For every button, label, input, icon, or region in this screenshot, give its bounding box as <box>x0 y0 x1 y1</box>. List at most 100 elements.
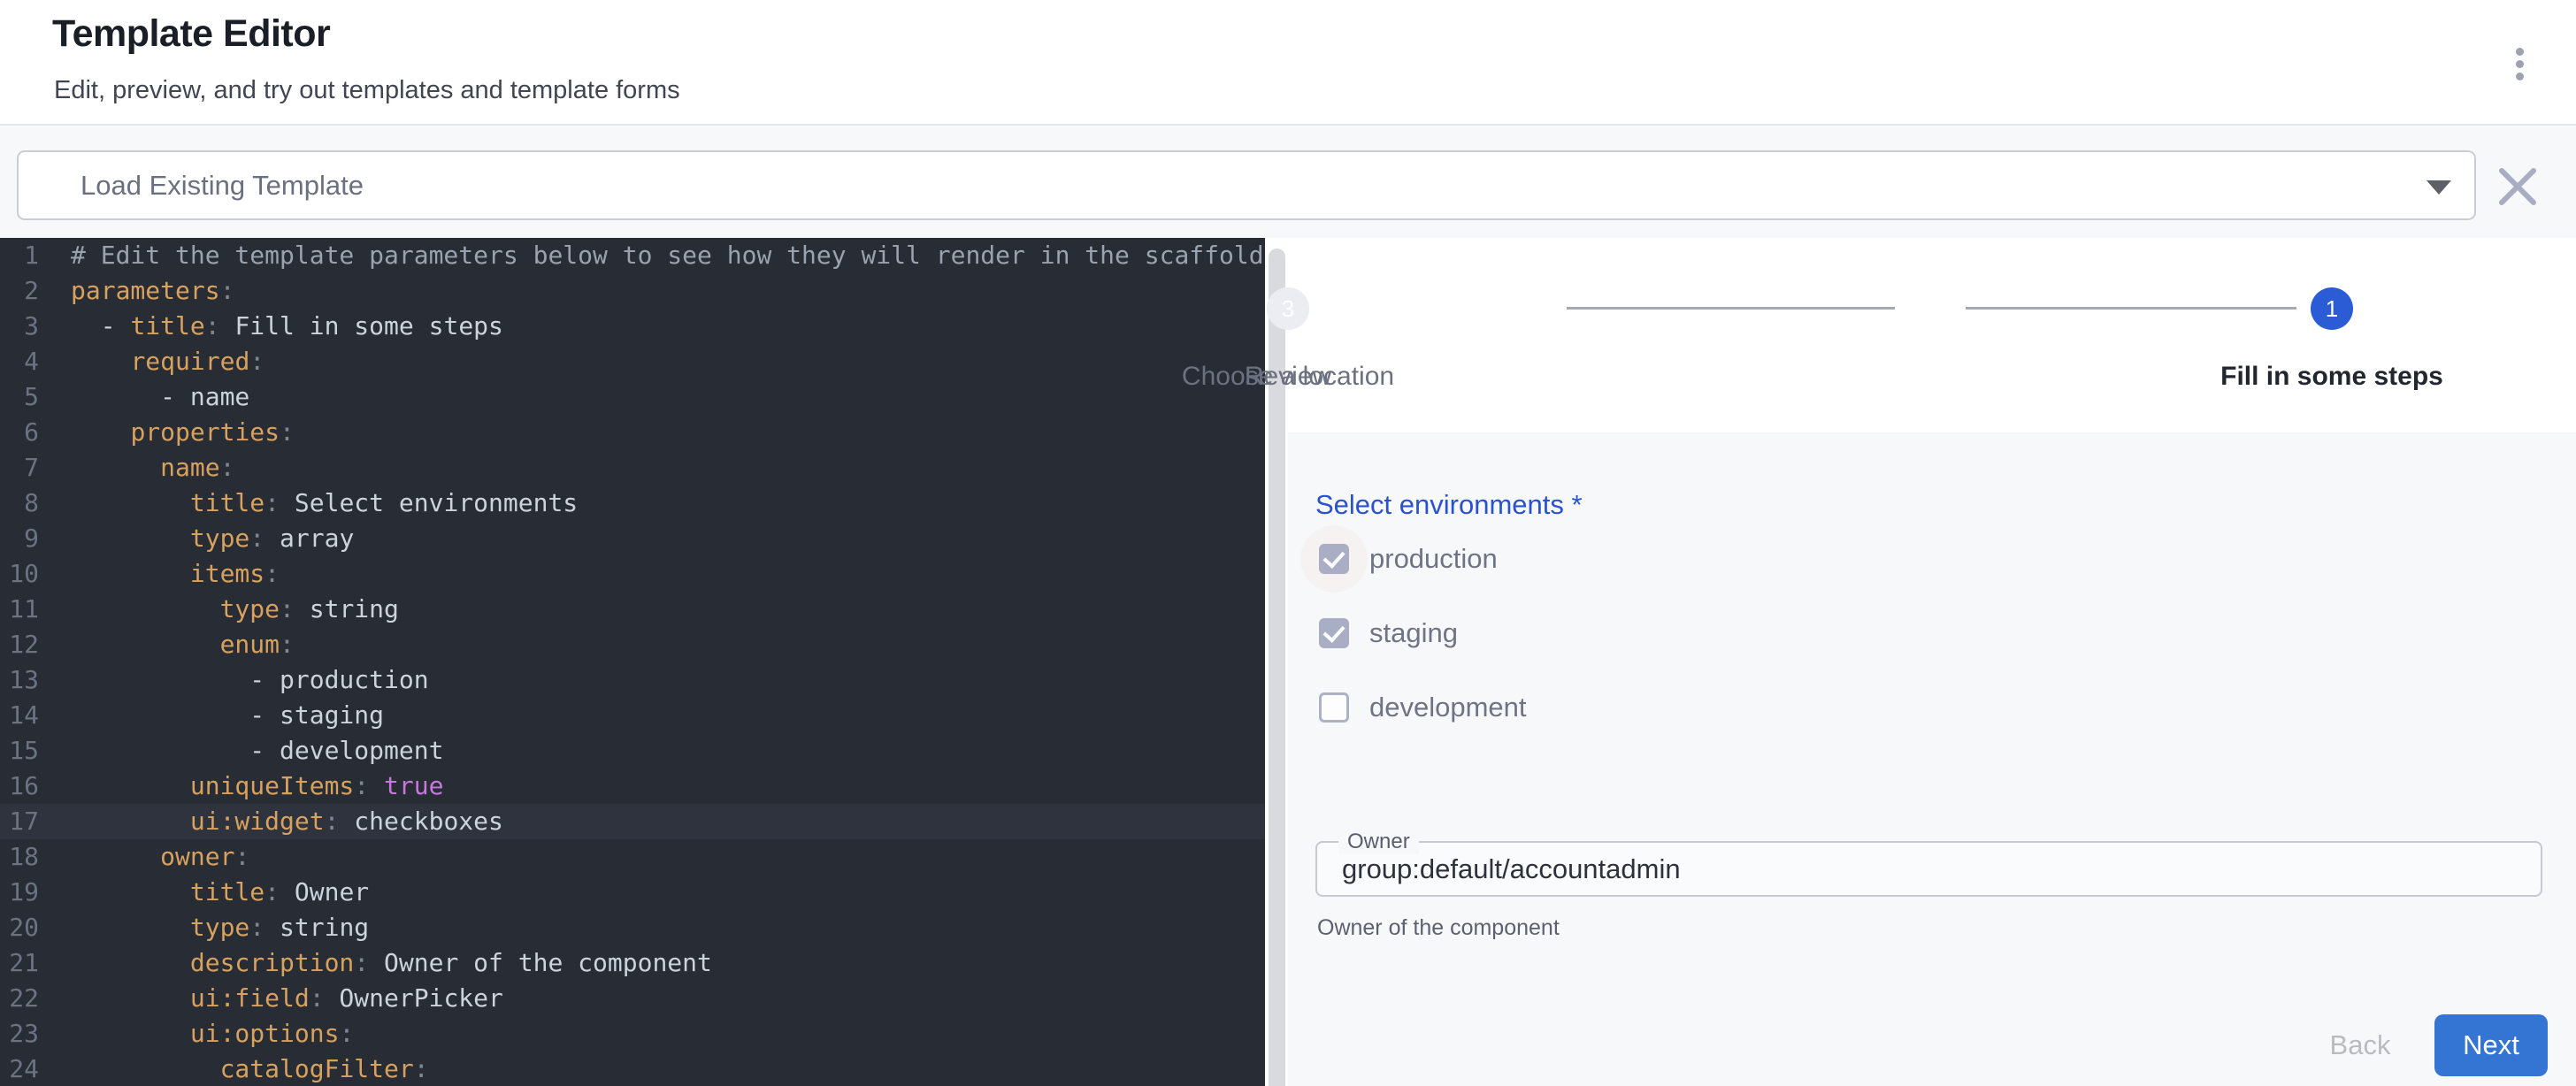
checkbox-wrap <box>1300 674 1368 741</box>
editor-line: 23 ui:options: <box>0 1016 1265 1052</box>
line-code: name: <box>39 450 234 486</box>
line-code: - title: Fill in some steps <box>39 309 503 344</box>
checkbox-label[interactable]: production <box>1369 543 1498 575</box>
checkbox-row-production[interactable]: production <box>1288 532 1907 585</box>
checked-checkbox-icon[interactable] <box>1319 618 1349 648</box>
editor-line: 5 - name <box>0 379 1265 415</box>
step-number-badge: 3 <box>1267 287 1309 330</box>
line-code: properties: <box>39 415 295 450</box>
close-editor-button[interactable] <box>2495 164 2541 210</box>
editor-line: 7 name: <box>0 450 1265 486</box>
editor-line: 9 type: array <box>0 521 1265 556</box>
line-code: parameters: <box>39 273 234 309</box>
editor-line: 3 - title: Fill in some steps <box>0 309 1265 344</box>
chevron-down-icon <box>2426 180 2451 195</box>
editor-line: 11 type: string <box>0 592 1265 627</box>
load-existing-template-select[interactable]: Load Existing Template <box>17 150 2476 220</box>
line-number: 5 <box>0 379 39 415</box>
line-code: type: array <box>39 521 354 556</box>
checked-checkbox-icon[interactable] <box>1319 544 1349 574</box>
line-number: 23 <box>0 1016 39 1052</box>
line-code: uniqueItems: true <box>39 769 443 804</box>
line-number: 4 <box>0 344 39 379</box>
line-number: 24 <box>0 1052 39 1086</box>
editor-line: 18 owner: <box>0 839 1265 875</box>
editor-line: 8 title: Select environments <box>0 486 1265 521</box>
editor-line: 24 catalogFilter: <box>0 1052 1265 1086</box>
line-code: ui:widget: checkboxes <box>39 804 503 839</box>
line-number: 18 <box>0 839 39 875</box>
owner-input[interactable]: Owner group:default/accountadmin <box>1315 841 2542 897</box>
line-code: - staging <box>39 698 384 733</box>
line-number: 11 <box>0 592 39 627</box>
yaml-code-editor[interactable]: 1# Edit the template parameters below to… <box>0 238 1265 1086</box>
line-number: 7 <box>0 450 39 486</box>
kebab-dot-icon <box>2516 73 2524 80</box>
more-options-button[interactable] <box>2503 39 2535 88</box>
editor-line: 16 uniqueItems: true <box>0 769 1265 804</box>
line-code: ui:field: OwnerPicker <box>39 981 503 1016</box>
editor-line: 2parameters: <box>0 273 1265 309</box>
step-connector <box>1966 307 2296 310</box>
next-button[interactable]: Next <box>2434 1014 2548 1076</box>
line-code: type: string <box>39 910 369 945</box>
line-number: 17 <box>0 804 39 839</box>
line-code: description: Owner of the component <box>39 945 712 981</box>
owner-helper-text: Owner of the component <box>1317 915 1560 941</box>
editor-line: 15 - development <box>0 733 1265 769</box>
line-number: 13 <box>0 662 39 698</box>
unchecked-checkbox-icon[interactable] <box>1319 692 1349 723</box>
back-button[interactable]: Back <box>2305 1021 2415 1068</box>
editor-line: 10 items: <box>0 556 1265 592</box>
editor-line: 19 title: Owner <box>0 875 1265 910</box>
line-code: owner: <box>39 839 249 875</box>
line-number: 22 <box>0 981 39 1016</box>
kebab-dot-icon <box>2516 48 2524 56</box>
line-number: 6 <box>0 415 39 450</box>
load-template-placeholder: Load Existing Template <box>80 152 364 218</box>
checkbox-label[interactable]: staging <box>1369 617 1458 649</box>
main-split: 1# Edit the template parameters below to… <box>0 238 2576 1086</box>
line-number: 19 <box>0 875 39 910</box>
line-code: title: Owner <box>39 875 369 910</box>
kebab-dot-icon <box>2516 60 2524 68</box>
editor-line: 14 - staging <box>0 698 1265 733</box>
line-number: 1 <box>0 238 39 273</box>
line-code: catalogFilter: <box>39 1052 429 1086</box>
wizard-form: Select environments * production staging d… <box>1288 432 2576 1086</box>
page-header: Template Editor Edit, preview, and try o… <box>0 0 2576 126</box>
line-code: type: string <box>39 592 399 627</box>
line-code: ui:options: <box>39 1016 354 1052</box>
editor-line: 12 enum: <box>0 627 1265 662</box>
checkbox-row-development[interactable]: development <box>1288 681 1907 734</box>
page-subtitle: Edit, preview, and try out templates and… <box>54 76 680 105</box>
editor-line: 1# Edit the template parameters below to… <box>0 238 1265 273</box>
page-title: Template Editor <box>52 12 330 56</box>
step-connector <box>1567 307 1895 310</box>
close-icon <box>2495 164 2541 210</box>
checkbox-row-staging[interactable]: staging <box>1288 607 1907 660</box>
line-code: - development <box>39 733 443 769</box>
template-editor-screen: Template Editor Edit, preview, and try o… <box>0 0 2576 1086</box>
line-number: 2 <box>0 273 39 309</box>
line-number: 16 <box>0 769 39 804</box>
step-label: Review <box>1111 362 1465 392</box>
checkbox-label[interactable]: development <box>1369 692 1527 723</box>
line-number: 20 <box>0 910 39 945</box>
environments-field-label: Select environments * <box>1315 489 1583 521</box>
editor-line: 20 type: string <box>0 910 1265 945</box>
line-code: required: <box>39 344 264 379</box>
line-number: 9 <box>0 521 39 556</box>
step-number-badge: 1 <box>2311 287 2353 330</box>
editor-line: 4 required: <box>0 344 1265 379</box>
editor-line: 17 ui:widget: checkboxes <box>0 804 1265 839</box>
line-code: # Edit the template parameters below to … <box>39 238 1264 273</box>
wizard-stepper: 1Fill in some steps2Choose a location3Re… <box>1288 238 2576 433</box>
line-number: 12 <box>0 627 39 662</box>
template-preview-panel: 1Fill in some steps2Choose a location3Re… <box>1288 238 2576 1086</box>
step-label: Fill in some steps <box>2155 362 2509 392</box>
editor-line: 21 description: Owner of the component <box>0 945 1265 981</box>
editor-line: 13 - production <box>0 662 1265 698</box>
line-number: 14 <box>0 698 39 733</box>
editor-line: 22 ui:field: OwnerPicker <box>0 981 1265 1016</box>
